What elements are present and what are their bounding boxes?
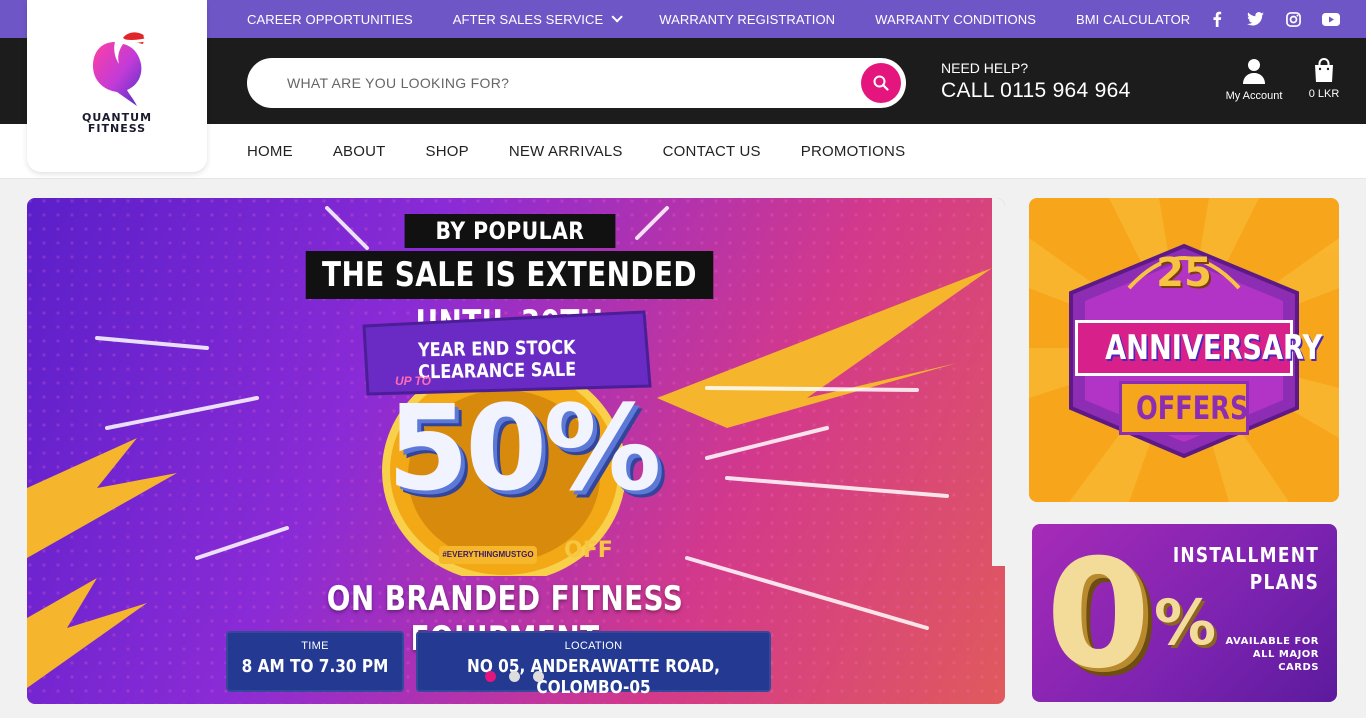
- carousel-dot-2[interactable]: [509, 671, 520, 682]
- discount-value: 50%: [387, 379, 661, 517]
- career-opportunities-link[interactable]: CAREER OPPORTUNITIES: [247, 12, 413, 27]
- after-sales-service-label: AFTER SALES SERVICE: [452, 11, 604, 27]
- search-button[interactable]: [861, 63, 901, 103]
- nav-promotions[interactable]: PROMOTIONS: [801, 143, 906, 160]
- hashtag-label: #EVERYTHINGMUSTGO: [439, 546, 537, 564]
- carousel-dot-3[interactable]: [533, 671, 544, 682]
- facebook-icon[interactable]: [1208, 10, 1226, 28]
- anniversary-offers-banner[interactable]: 25 ANNIVERSARY OFFERS: [1029, 198, 1339, 502]
- location-box: LOCATION NO 05, ANDERAWATTE ROAD, COLOMB…: [416, 631, 771, 698]
- anniversary-subtitle: OFFERS: [1119, 381, 1249, 435]
- nav-shop[interactable]: SHOP: [426, 143, 469, 160]
- top-links: CAREER OPPORTUNITIES AFTER SALES SERVICE…: [247, 0, 1190, 38]
- anniversary-title-text: ANNIVERSARY: [1105, 328, 1323, 368]
- need-help-label: NEED HELP?: [941, 60, 1029, 76]
- brand-name: QUANTUM FITNESS: [27, 112, 207, 134]
- cart-button[interactable]: 0 LKR: [1302, 58, 1346, 100]
- brand-name-line2: FITNESS: [87, 122, 147, 135]
- search-icon: [873, 75, 889, 91]
- chevron-down-icon: [611, 11, 624, 23]
- anniversary-subtitle-text: OFFERS: [1136, 389, 1249, 427]
- location-label: LOCATION: [564, 640, 623, 652]
- carousel-dots: [485, 671, 544, 682]
- shopping-bag-icon: [1315, 58, 1333, 82]
- search-input[interactable]: [287, 58, 847, 108]
- hero-tagline: BY POPULAR DEMAND: [404, 214, 616, 279]
- social-links: [1208, 0, 1340, 38]
- logo[interactable]: QUANTUM FITNESS: [27, 0, 207, 172]
- anniversary-title: ANNIVERSARY: [1075, 320, 1322, 376]
- youtube-icon[interactable]: [1322, 10, 1340, 28]
- hero-notch: [992, 198, 1005, 566]
- installment-note-line1: AVAILABLE FOR: [1225, 636, 1319, 647]
- warranty-registration-link[interactable]: WARRANTY REGISTRATION: [659, 12, 835, 27]
- anniversary-number: 25: [1156, 250, 1212, 296]
- search-bar: [247, 58, 906, 108]
- help-phone[interactable]: CALL 0115 964 964: [941, 79, 1131, 103]
- zero-graphic: 0: [1046, 528, 1151, 702]
- after-sales-service-link[interactable]: AFTER SALES SERVICE: [452, 11, 624, 27]
- installment-note: AVAILABLE FOR ALL MAJOR CARDS: [1225, 635, 1319, 674]
- installment-title: INSTALLMENT PLANS: [1173, 542, 1319, 596]
- quantum-fitness-logo: [93, 32, 151, 106]
- nav-home[interactable]: HOME: [247, 143, 293, 160]
- nav-about[interactable]: ABOUT: [333, 143, 386, 160]
- help-contact: NEED HELP? CALL 0115 964 964: [941, 60, 1131, 103]
- my-account-button[interactable]: My Account: [1222, 58, 1286, 102]
- time-label: TIME: [301, 640, 329, 652]
- nav-new-arrivals[interactable]: NEW ARRIVALS: [509, 143, 623, 160]
- user-icon: [1243, 59, 1265, 84]
- time-box: TIME 8 AM TO 7.30 PM: [226, 631, 404, 692]
- hero-banner[interactable]: BY POPULAR DEMAND THE SALE IS EXTENDED U…: [27, 198, 1005, 704]
- hero-headline: THE SALE IS EXTENDED UNTIL 30TH: [305, 251, 714, 343]
- installment-plans-banner[interactable]: 0 % INSTALLMENT PLANS AVAILABLE FOR ALL …: [1032, 524, 1337, 702]
- instagram-icon[interactable]: [1284, 10, 1302, 28]
- installment-note-line3: CARDS: [1278, 662, 1319, 673]
- installment-title-line1: INSTALLMENT: [1172, 543, 1319, 567]
- off-label: OFF: [564, 538, 613, 563]
- my-account-label: My Account: [1225, 90, 1283, 102]
- twitter-icon[interactable]: [1246, 10, 1264, 28]
- percent-graphic: %: [1154, 586, 1217, 659]
- installment-note-line2: ALL MAJOR: [1252, 649, 1319, 660]
- nav-contact-us[interactable]: CONTACT US: [663, 143, 761, 160]
- cart-amount: 0 LKR: [1308, 88, 1340, 100]
- warranty-conditions-link[interactable]: WARRANTY CONDITIONS: [875, 12, 1036, 27]
- bmi-calculator-link[interactable]: BMI CALCULATOR: [1076, 12, 1190, 27]
- installment-title-line2: PLANS: [1249, 570, 1319, 594]
- carousel-dot-1[interactable]: [485, 671, 496, 682]
- time-value: 8 AM TO 7.30 PM: [241, 656, 389, 677]
